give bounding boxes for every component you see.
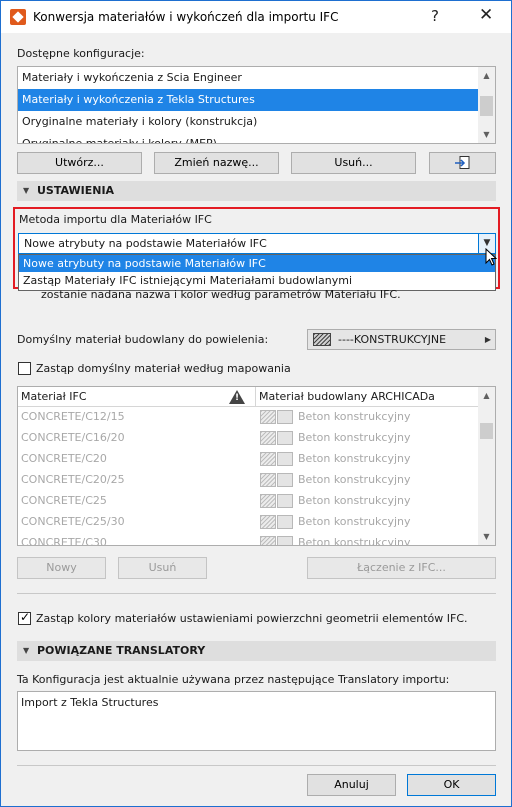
col-header-ifc[interactable]: Materiał IFC — [18, 387, 256, 407]
ifc-material-cell: CONCRETE/C16/20 — [21, 431, 125, 444]
configs-scrollbar[interactable]: ▲ ▼ — [478, 67, 495, 143]
divider — [17, 593, 496, 594]
scroll-thumb[interactable] — [480, 423, 493, 439]
ifc-material-cell: CONCRETE/C25/30 — [21, 515, 125, 528]
material-swatch-icon — [313, 333, 331, 346]
surface-swatch-icon — [277, 536, 293, 545]
hatch-swatch-icon — [260, 473, 276, 487]
mouse-cursor-icon — [485, 248, 497, 266]
surface-colors-checkbox[interactable] — [18, 610, 31, 625]
ifc-material-cell: CONCRETE/C12/15 — [21, 410, 125, 423]
method-select[interactable]: Nowe atrybuty na podstawie Materiałów IF… — [18, 233, 496, 254]
close-icon[interactable]: ✕ — [479, 5, 493, 25]
mapping-table-header: Materiał IFC Materiał budowlany ARCHICAD… — [18, 387, 480, 407]
archicad-material-cell: Beton konstrukcyjny — [298, 473, 411, 486]
ifc-material-cell: CONCRETE/C20/25 — [21, 473, 125, 486]
table-row[interactable]: CONCRETE/C25 Beton konstrukcyjny — [18, 491, 480, 511]
surface-swatch-icon — [277, 515, 293, 529]
scroll-up-icon[interactable]: ▲ — [478, 67, 495, 84]
archicad-material-cell: Beton konstrukcyjny — [298, 410, 411, 423]
translator-item: Import z Tekla Structures — [21, 696, 159, 709]
surface-swatch-icon — [277, 410, 293, 424]
configs-label: Dostępne konfiguracje: — [17, 47, 145, 60]
collapse-triangle-icon: ▼ — [23, 646, 30, 655]
settings-section-header[interactable]: ▼ USTAWIENIA — [17, 181, 496, 201]
archicad-app-icon — [10, 9, 26, 25]
import-config-button[interactable] — [429, 152, 496, 174]
method-note: zostanie nadana nazwa i kolor według par… — [41, 288, 401, 301]
configs-list[interactable]: Materiały i wykończenia z Scia Engineer … — [17, 66, 496, 144]
mapping-table[interactable]: Materiał IFC Materiał budowlany ARCHICAD… — [17, 386, 496, 546]
rename-config-button[interactable]: Zmień nazwę... — [154, 152, 279, 174]
hatch-swatch-icon — [260, 431, 276, 445]
new-mapping-button[interactable]: Nowy — [17, 557, 106, 579]
archicad-material-cell: Beton konstrukcyjny — [298, 536, 411, 546]
surface-colors-label: Zastąp kolory materiałów ustawieniami po… — [36, 612, 468, 625]
create-config-button[interactable]: Utwórz... — [17, 152, 142, 174]
hatch-swatch-icon — [260, 515, 276, 529]
scroll-thumb[interactable] — [480, 96, 493, 116]
method-option[interactable]: Zastąp Materiały IFC istniejącymi Materi… — [19, 272, 495, 289]
mapping-scrollbar[interactable]: ▲ ▼ — [478, 387, 495, 545]
method-dropdown-list[interactable]: Nowe atrybuty na podstawie Materiałów IF… — [18, 254, 496, 291]
table-row[interactable]: CONCRETE/C12/15 Beton konstrukcyjny — [18, 407, 480, 427]
scroll-up-icon[interactable]: ▲ — [478, 387, 495, 404]
collapse-triangle-icon: ▼ — [23, 186, 30, 195]
hatch-swatch-icon — [260, 536, 276, 545]
default-material-select[interactable]: ----KONSTRUKCYJNE ▶ — [307, 329, 496, 350]
cancel-button[interactable]: Anuluj — [307, 774, 396, 796]
archicad-material-cell: Beton konstrukcyjny — [298, 494, 411, 507]
archicad-material-cell: Beton konstrukcyjny — [298, 515, 411, 528]
translators-info: Ta Konfiguracja jest aktualnie używana p… — [17, 673, 450, 686]
ifc-material-cell: CONCRETE/C30 — [21, 536, 107, 546]
dialog-window: Konwersja materiałów i wykończeń dla imp… — [0, 0, 512, 807]
delete-config-button[interactable]: Usuń... — [291, 152, 416, 174]
ifc-material-cell: CONCRETE/C25 — [21, 494, 107, 507]
replace-default-label: Zastąp domyślny materiał według mapowani… — [36, 362, 291, 375]
surface-swatch-icon — [277, 452, 293, 466]
config-item[interactable]: Oryginalne materiały i kolory (konstrukc… — [18, 111, 495, 133]
hatch-swatch-icon — [260, 494, 276, 508]
window-title: Konwersja materiałów i wykończeń dla imp… — [33, 10, 339, 24]
table-row[interactable]: CONCRETE/C20 Beton konstrukcyjny — [18, 449, 480, 469]
table-row[interactable]: CONCRETE/C16/20 Beton konstrukcyjny — [18, 428, 480, 448]
help-icon[interactable]: ? — [431, 7, 439, 25]
surface-swatch-icon — [277, 473, 293, 487]
method-label: Metoda importu dla Materiałów IFC — [19, 213, 212, 226]
import-file-icon — [455, 156, 470, 169]
default-material-value: ----KONSTRUKCYJNE — [338, 333, 447, 346]
config-item-selected[interactable]: Materiały i wykończenia z Tekla Structur… — [18, 89, 480, 111]
translators-header-label: POWIĄZANE TRANSLATORY — [37, 644, 206, 657]
settings-header-label: USTAWIENIA — [37, 184, 115, 197]
translators-list[interactable]: Import z Tekla Structures — [17, 691, 496, 751]
merge-ifc-button[interactable]: Łączenie z IFC... — [307, 557, 496, 579]
ifc-material-cell: CONCRETE/C20 — [21, 452, 107, 465]
archicad-material-cell: Beton konstrukcyjny — [298, 452, 411, 465]
config-item[interactable]: Materiały i wykończenia z Scia Engineer — [18, 67, 495, 89]
warning-icon — [229, 390, 245, 404]
table-row[interactable]: CONCRETE/C25/30 Beton konstrukcyjny — [18, 512, 480, 532]
scroll-down-icon[interactable]: ▼ — [478, 528, 495, 545]
translators-section-header[interactable]: ▼ POWIĄZANE TRANSLATORY — [17, 641, 496, 661]
archicad-material-cell: Beton konstrukcyjny — [298, 431, 411, 444]
hatch-swatch-icon — [260, 452, 276, 466]
default-material-label: Domyślny materiał budowlany do powieleni… — [17, 333, 269, 346]
method-option-highlighted[interactable]: Nowe atrybuty na podstawie Materiałów IF… — [19, 255, 495, 272]
scroll-down-icon[interactable]: ▼ — [478, 126, 495, 143]
config-item[interactable]: Oryginalne materiały i kolory (MEP) — [18, 133, 495, 143]
col-header-archicad[interactable]: Materiał budowlany ARCHICADa — [256, 387, 480, 407]
hatch-swatch-icon — [260, 410, 276, 424]
surface-swatch-icon — [277, 494, 293, 508]
chevron-right-icon: ▶ — [484, 335, 491, 344]
delete-mapping-button[interactable]: Usuń — [118, 557, 207, 579]
table-row[interactable]: CONCRETE/C30 Beton konstrukcyjny — [18, 533, 480, 546]
ok-button[interactable]: OK — [407, 774, 496, 796]
method-select-value: Nowe atrybuty na podstawie Materiałów IF… — [24, 237, 267, 250]
divider — [17, 765, 496, 766]
surface-swatch-icon — [277, 431, 293, 445]
replace-default-checkbox[interactable] — [18, 362, 31, 375]
title-bar: Konwersja materiałów i wykończeń dla imp… — [1, 1, 511, 33]
table-row[interactable]: CONCRETE/C20/25 Beton konstrukcyjny — [18, 470, 480, 490]
